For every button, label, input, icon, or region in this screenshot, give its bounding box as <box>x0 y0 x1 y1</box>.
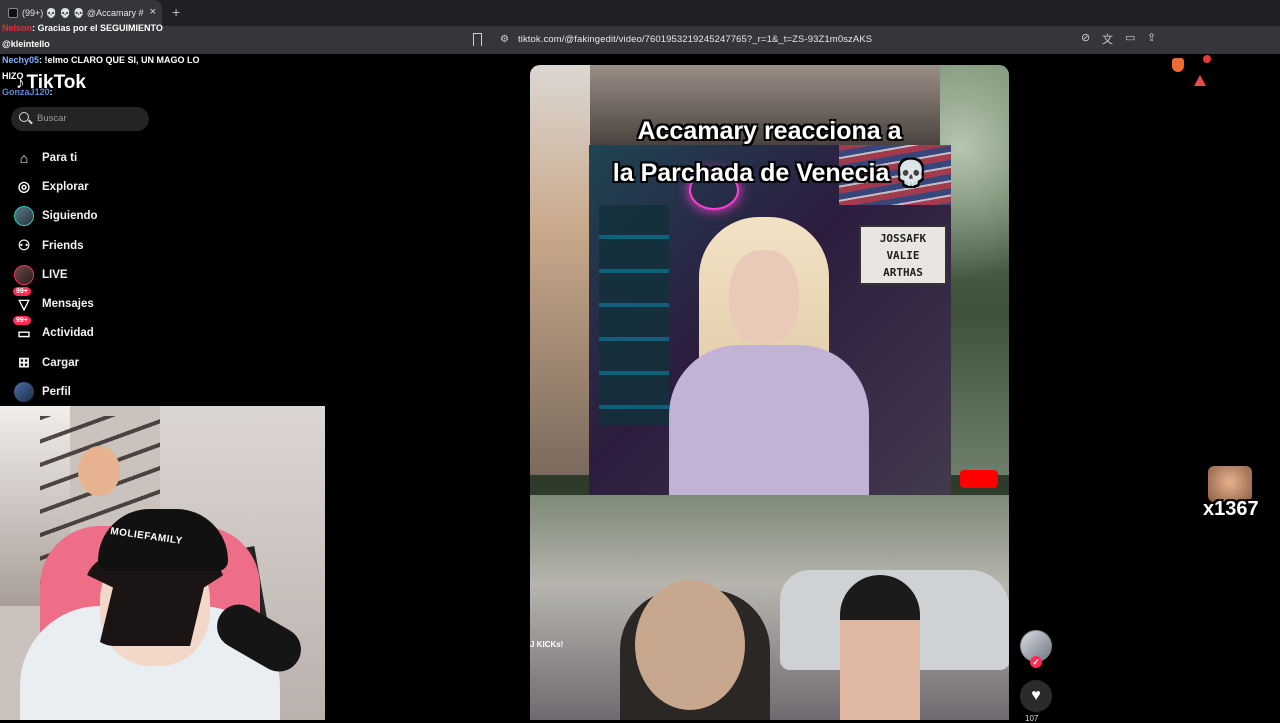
tab-title: (99+) 💀 💀 💀 @Accamary # <box>22 7 144 18</box>
close-tab-icon[interactable]: × <box>150 6 156 18</box>
streamer-face <box>729 250 799 345</box>
home-icon: ⌂ <box>19 149 29 166</box>
compass-icon: ◎ <box>17 178 31 195</box>
sign-line: ARTHAS <box>883 266 923 279</box>
logo-text: TikTok <box>26 72 86 93</box>
heart-icon: ♥ <box>1031 687 1041 704</box>
name-sign: JOSSAFK VALIE ARTHAS <box>859 225 947 285</box>
following-avatar-icon <box>14 206 34 227</box>
sidebar-item-label: Friends <box>42 239 84 252</box>
caption-line: la Parchada de Venecia 💀 <box>530 152 1009 195</box>
search-input[interactable]: Buscar <box>11 107 149 131</box>
share-icon[interactable]: ⇪ <box>1147 31 1156 44</box>
sidebar-item-friends[interactable]: ⚇ Friends <box>14 231 194 260</box>
tiktok-note-icon: ♪ <box>16 73 25 92</box>
sidebar-item-label: Cargar <box>42 356 80 369</box>
search-placeholder: Buscar <box>37 113 67 124</box>
activity-icon: ▭ 99+ <box>13 316 34 343</box>
sidebar-item-mensajes[interactable]: ▽ 99+ Mensajes <box>13 287 194 318</box>
chat-message: : Gracias por el SEGUIMIENTO <box>32 23 163 33</box>
man-head <box>635 580 745 710</box>
tiktok-favicon-icon <box>8 8 18 18</box>
sidebar-item-para-ti[interactable]: ⌂ Para ti <box>14 143 194 172</box>
profile-avatar-icon <box>14 382 34 403</box>
url-text[interactable]: tiktok.com/@fakingedit/video/76019532192… <box>518 34 872 45</box>
bookmark-icon[interactable] <box>473 33 482 46</box>
youtube-icon <box>960 470 998 488</box>
streamer-webcam: MOLIEFAMILY <box>0 406 325 720</box>
follow-button[interactable]: ✓ <box>1030 656 1042 668</box>
translate-icon[interactable]: 文 <box>1102 31 1113 47</box>
cast-icon[interactable]: ▭ <box>1125 31 1135 44</box>
tiktok-logo[interactable]: ♪ TikTok <box>16 72 86 94</box>
chat-line: Nechy05: !elmo CLARO QUE SI, UN MAGO LO <box>2 52 200 68</box>
stream-shelf <box>599 205 669 425</box>
notification-badge: 99+ <box>13 287 31 297</box>
kicks-overlay-text: J KICKs! <box>530 640 564 649</box>
video-caption: Accamary reacciona a la Parchada de Vene… <box>530 110 1009 195</box>
chat-username: Nechy05 <box>2 55 40 65</box>
video-player[interactable]: JOSSAFK VALIE ARTHAS J KICKs! Accamary r… <box>530 65 1009 720</box>
brave-shield-icon[interactable] <box>1172 58 1184 72</box>
site-settings-icon[interactable]: ⚙ <box>500 34 509 45</box>
sign-line: JOSSAFK <box>879 232 927 245</box>
woman-walking <box>840 575 920 720</box>
sidebar-item-live[interactable]: LIVE <box>14 260 194 289</box>
embedded-stream-clip: JOSSAFK VALIE ARTHAS <box>589 145 951 497</box>
brave-rewards-icon[interactable] <box>1194 55 1211 86</box>
sidebar-item-explorar[interactable]: ◎ Explorar <box>14 172 194 201</box>
chat-username: @kleintello <box>2 39 50 49</box>
sidebar-item-label: Mensajes <box>42 298 94 311</box>
sidebar-item-label: Siguiendo <box>42 210 98 223</box>
sidebar-item-label: Para ti <box>42 151 78 164</box>
sidebar-item-label: Perfil <box>42 386 71 399</box>
sidebar-item-label: LIVE <box>42 268 68 281</box>
sign-line: VALIE <box>886 249 920 262</box>
like-count: 107 <box>1025 714 1039 723</box>
caption-text: la Parchada de Venecia <box>612 159 890 187</box>
sidebar-nav: ⌂ Para ti ◎ Explorar Siguiendo ⚇ Friends… <box>13 143 194 407</box>
streamer-body <box>669 345 869 495</box>
sidebar-item-cargar[interactable]: ⊞ Cargar <box>14 348 194 377</box>
like-button[interactable]: ♥ <box>1020 680 1052 712</box>
search-icon <box>19 112 29 122</box>
sidebar-item-perfil[interactable]: Perfil <box>14 377 194 406</box>
chat-line: Nelson: Gracias por el SEGUIMIENTO <box>2 20 200 36</box>
chat-line: @kleintello <box>2 36 200 52</box>
notification-badge: 99+ <box>13 316 31 326</box>
no-tracking-icon[interactable]: ⊘ <box>1081 31 1090 44</box>
caption-line: Accamary reacciona a <box>637 117 902 145</box>
chat-username: Nelson <box>2 23 33 33</box>
messages-icon: ▽ 99+ <box>13 287 34 314</box>
new-tab-button[interactable]: + <box>172 4 180 20</box>
upload-icon: ⊞ <box>18 354 30 371</box>
emote-icon <box>1208 466 1252 502</box>
emote-combo-count: x1367 <box>1203 498 1259 520</box>
sidebar-item-label: Explorar <box>42 180 89 193</box>
friends-icon: ⚇ <box>17 237 31 254</box>
chat-message: : !elmo CLARO QUE SI, UN MAGO LO <box>39 55 200 65</box>
webcam-face-sticker <box>78 446 120 496</box>
sidebar-item-siguiendo[interactable]: Siguiendo <box>14 202 194 231</box>
skull-emoji-icon: 💀 <box>896 160 927 187</box>
sidebar-item-label: Actividad <box>42 327 94 340</box>
sidebar-item-actividad[interactable]: ▭ 99+ Actividad <box>13 316 194 348</box>
live-avatar-icon <box>14 264 34 285</box>
